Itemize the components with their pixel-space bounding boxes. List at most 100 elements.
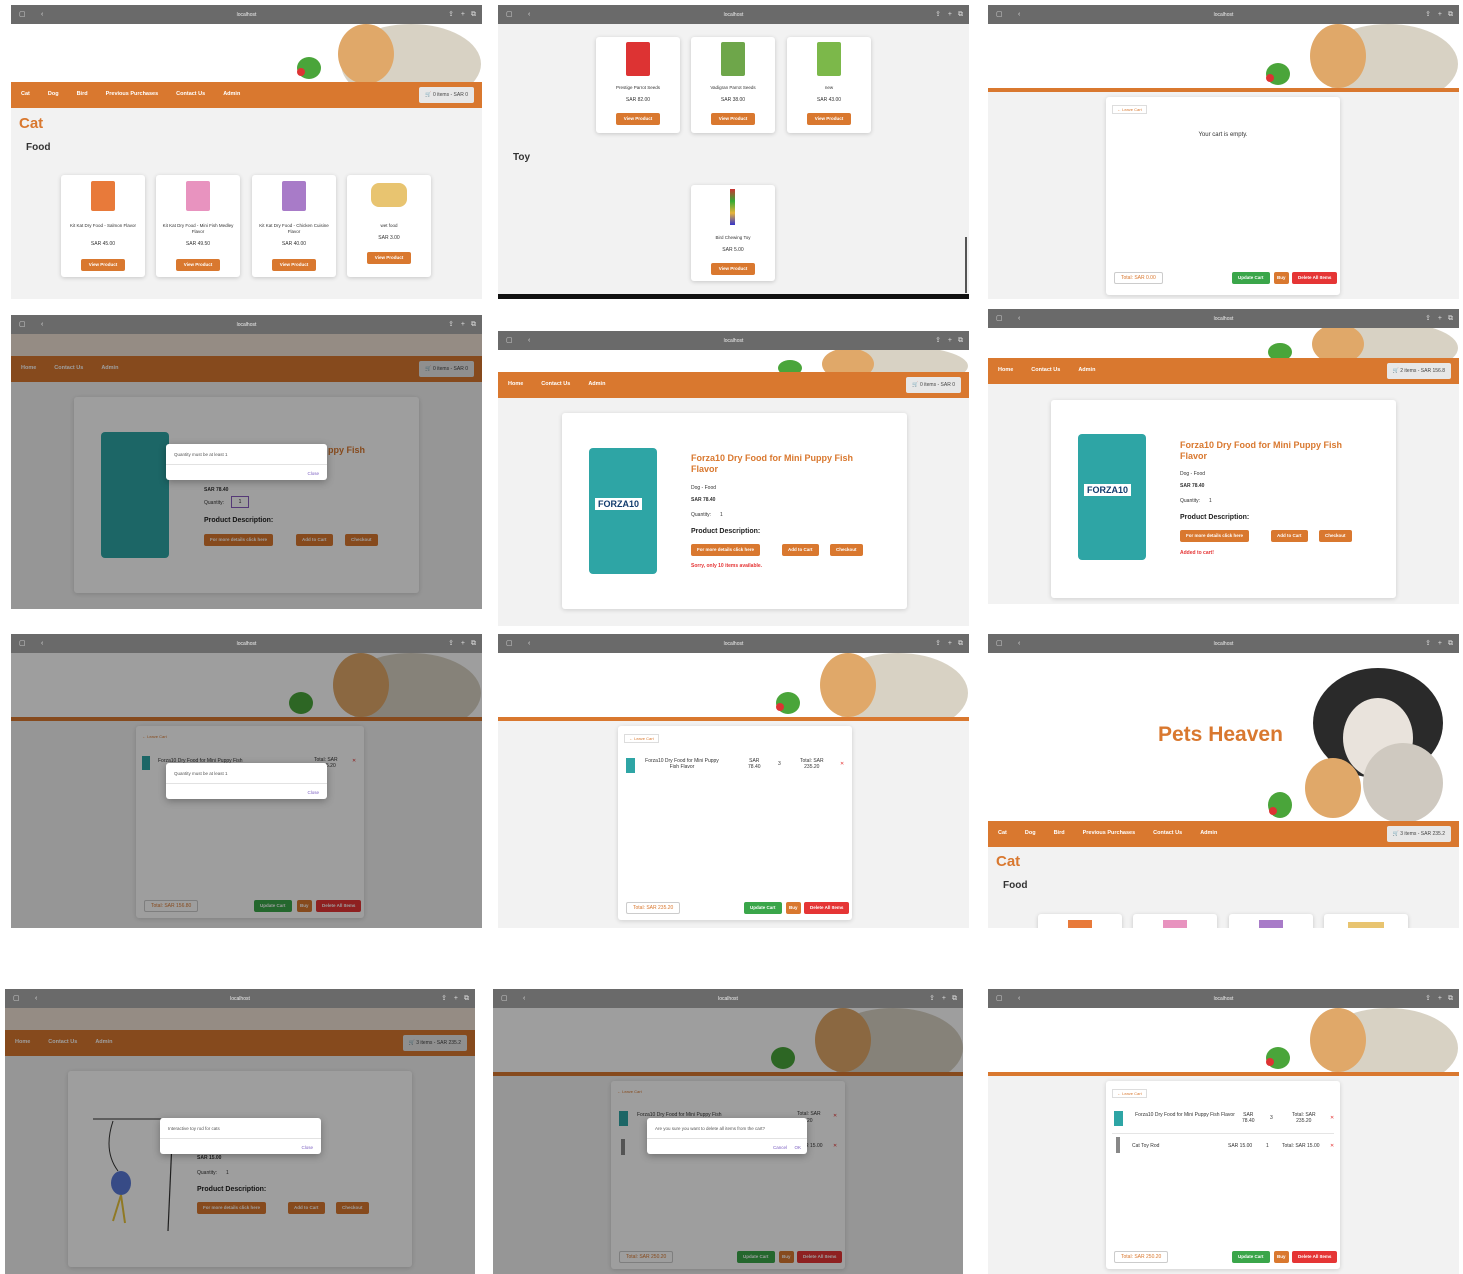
nav-contact-us[interactable]: Contact Us [1031,367,1060,373]
cart-button[interactable]: 🛒 0 items - SAR 0 [906,377,961,393]
back-icon[interactable]: ‹ [41,11,43,18]
nav-contact-us[interactable]: Contact Us [1153,830,1182,836]
tabs-icon[interactable]: ⧉ [958,640,963,647]
share-icon[interactable]: ⇪ [448,11,454,18]
back-icon[interactable]: ‹ [35,995,37,1002]
sidebar-icon[interactable]: ▢ [996,995,1003,1002]
url-bar[interactable]: localhost [237,322,257,328]
nav-contact-us[interactable]: Contact Us [176,91,205,97]
quantity-stepper[interactable]: 1 [1266,1143,1269,1149]
delete-all-button[interactable]: Delete All Items [804,902,850,914]
tabs-icon[interactable]: ⧉ [471,11,476,18]
close-button[interactable]: Close [307,471,319,476]
url-bar[interactable]: localhost [237,641,257,647]
sidebar-icon[interactable]: ▢ [19,11,26,18]
view-product-button[interactable]: View Product [176,259,220,271]
nav-dog[interactable]: Dog [1025,830,1036,836]
cart-button[interactable]: 🛒 0 items - SAR 0 [419,87,474,103]
back-icon[interactable]: ‹ [41,640,43,647]
update-cart-button[interactable]: Update Cart [1232,272,1270,284]
tabs-icon[interactable]: ⧉ [471,321,476,328]
cart-button[interactable]: 🛒 2 items - SAR 156.8 [1386,363,1451,379]
url-bar[interactable]: localhost [1214,12,1234,18]
tabs-icon[interactable]: ⧉ [958,337,963,344]
plus-icon[interactable]: + [454,995,458,1002]
details-button[interactable]: For more details click here [1180,530,1250,542]
plus-icon[interactable]: + [461,640,465,647]
back-icon[interactable]: ‹ [1018,640,1020,647]
back-icon[interactable]: ‹ [1018,995,1020,1002]
details-button[interactable]: For more details click here [691,544,761,556]
nav-bird[interactable]: Bird [1054,830,1065,836]
share-icon[interactable]: ⇪ [1425,995,1431,1002]
view-product-button[interactable]: View Product [81,259,125,271]
share-icon[interactable]: ⇪ [935,11,941,18]
url-bar[interactable]: localhost [230,996,250,1002]
back-icon[interactable]: ‹ [41,321,43,328]
close-button[interactable]: Close [307,790,319,795]
plus-icon[interactable]: + [1438,11,1442,18]
buy-button[interactable]: Buy [1274,1251,1289,1263]
share-icon[interactable]: ⇪ [1425,315,1431,322]
share-icon[interactable]: ⇪ [448,640,454,647]
view-product-button[interactable]: View Product [711,113,755,125]
back-icon[interactable]: ‹ [528,337,530,344]
close-button[interactable]: Close [301,1145,313,1150]
remove-item-icon[interactable]: ✕ [1330,1143,1334,1149]
tabs-icon[interactable]: ⧉ [1448,995,1453,1002]
sidebar-icon[interactable]: ▢ [996,640,1003,647]
nav-cat[interactable]: Cat [21,91,30,97]
tabs-icon[interactable]: ⧉ [464,995,469,1002]
share-icon[interactable]: ⇪ [448,321,454,328]
nav-admin[interactable]: Admin [1200,830,1217,836]
url-bar[interactable]: localhost [724,338,744,344]
remove-item-icon[interactable]: ✕ [1330,1115,1334,1121]
view-product-button[interactable]: View Product [272,259,316,271]
update-cart-button[interactable]: Update Cart [744,902,782,914]
url-bar[interactable]: localhost [237,12,257,18]
tabs-icon[interactable]: ⧉ [1448,11,1453,18]
sidebar-icon[interactable]: ▢ [501,995,508,1002]
buy-button[interactable]: Buy [1274,272,1289,284]
plus-icon[interactable]: + [1438,995,1442,1002]
leave-cart-button[interactable]: ← Leave Cart [1112,1089,1147,1098]
url-bar[interactable]: localhost [1214,316,1234,322]
sidebar-icon[interactable]: ▢ [19,321,26,328]
plus-icon[interactable]: + [948,11,952,18]
plus-icon[interactable]: + [948,337,952,344]
add-to-cart-button[interactable]: Add to Cart [782,544,819,556]
plus-icon[interactable]: + [461,11,465,18]
nav-contact-us[interactable]: Contact Us [541,381,570,387]
quantity-stepper[interactable]: 3 [778,761,781,767]
nav-admin[interactable]: Admin [588,381,605,387]
share-icon[interactable]: ⇪ [1425,640,1431,647]
tabs-icon[interactable]: ⧉ [952,995,957,1002]
tabs-icon[interactable]: ⧉ [1448,640,1453,647]
delete-all-button[interactable]: Delete All Items [1292,272,1338,284]
tabs-icon[interactable]: ⧉ [471,640,476,647]
tabs-icon[interactable]: ⧉ [1448,315,1453,322]
nav-previous-purchases[interactable]: Previous Purchases [1083,830,1136,836]
quantity-input[interactable]: 1 [720,512,723,518]
remove-item-icon[interactable]: ✕ [840,761,844,767]
quantity-stepper[interactable]: 3 [1270,1115,1273,1121]
tabs-icon[interactable]: ⧉ [958,11,963,18]
sidebar-icon[interactable]: ▢ [506,640,513,647]
share-icon[interactable]: ⇪ [935,337,941,344]
leave-cart-button[interactable]: ← Leave Cart [624,734,659,743]
scrollbar[interactable] [965,237,967,293]
back-icon[interactable]: ‹ [523,995,525,1002]
plus-icon[interactable]: + [1438,640,1442,647]
url-bar[interactable]: localhost [724,12,744,18]
view-product-button[interactable]: View Product [807,113,851,125]
cancel-button[interactable]: Cancel [773,1145,787,1150]
url-bar[interactable]: localhost [1214,996,1234,1002]
add-to-cart-button[interactable]: Add to Cart [1271,530,1308,542]
view-product-button[interactable]: View Product [616,113,660,125]
url-bar[interactable]: localhost [1214,641,1234,647]
nav-cat[interactable]: Cat [998,830,1007,836]
update-cart-button[interactable]: Update Cart [1232,1251,1270,1263]
url-bar[interactable]: localhost [724,641,744,647]
checkout-button[interactable]: Checkout [1319,530,1352,542]
delete-all-button[interactable]: Delete All Items [1292,1251,1338,1263]
